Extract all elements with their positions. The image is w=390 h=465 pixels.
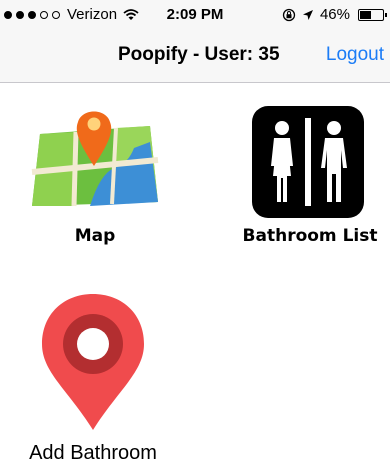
status-right: 46%: [282, 6, 387, 23]
battery-icon: [358, 8, 387, 21]
map-label: Map: [74, 226, 116, 246]
location-arrow-icon: [302, 9, 313, 20]
restroom-icon: [252, 106, 364, 218]
navigation-bar: Poopify - User: 35 Logout: [0, 34, 390, 83]
rotation-lock-icon: [282, 8, 296, 21]
nav-title: Poopify - User: 35: [118, 44, 280, 65]
map-icon: [31, 111, 159, 207]
map-tile[interactable]: Map: [30, 102, 160, 248]
add-bathroom-label: Add Bathroom: [29, 442, 157, 464]
bathroom-list-label: Bathroom List: [242, 226, 378, 246]
bathroom-list-tile[interactable]: Bathroom List: [242, 106, 378, 248]
status-bar: Verizon 2:09 PM 46%: [0, 0, 390, 34]
logout-button[interactable]: Logout: [326, 44, 384, 66]
add-bathroom-tile[interactable]: Add Bathroom: [20, 290, 166, 464]
battery-percent: 46%: [319, 6, 350, 23]
map-pin-icon: [42, 294, 144, 430]
